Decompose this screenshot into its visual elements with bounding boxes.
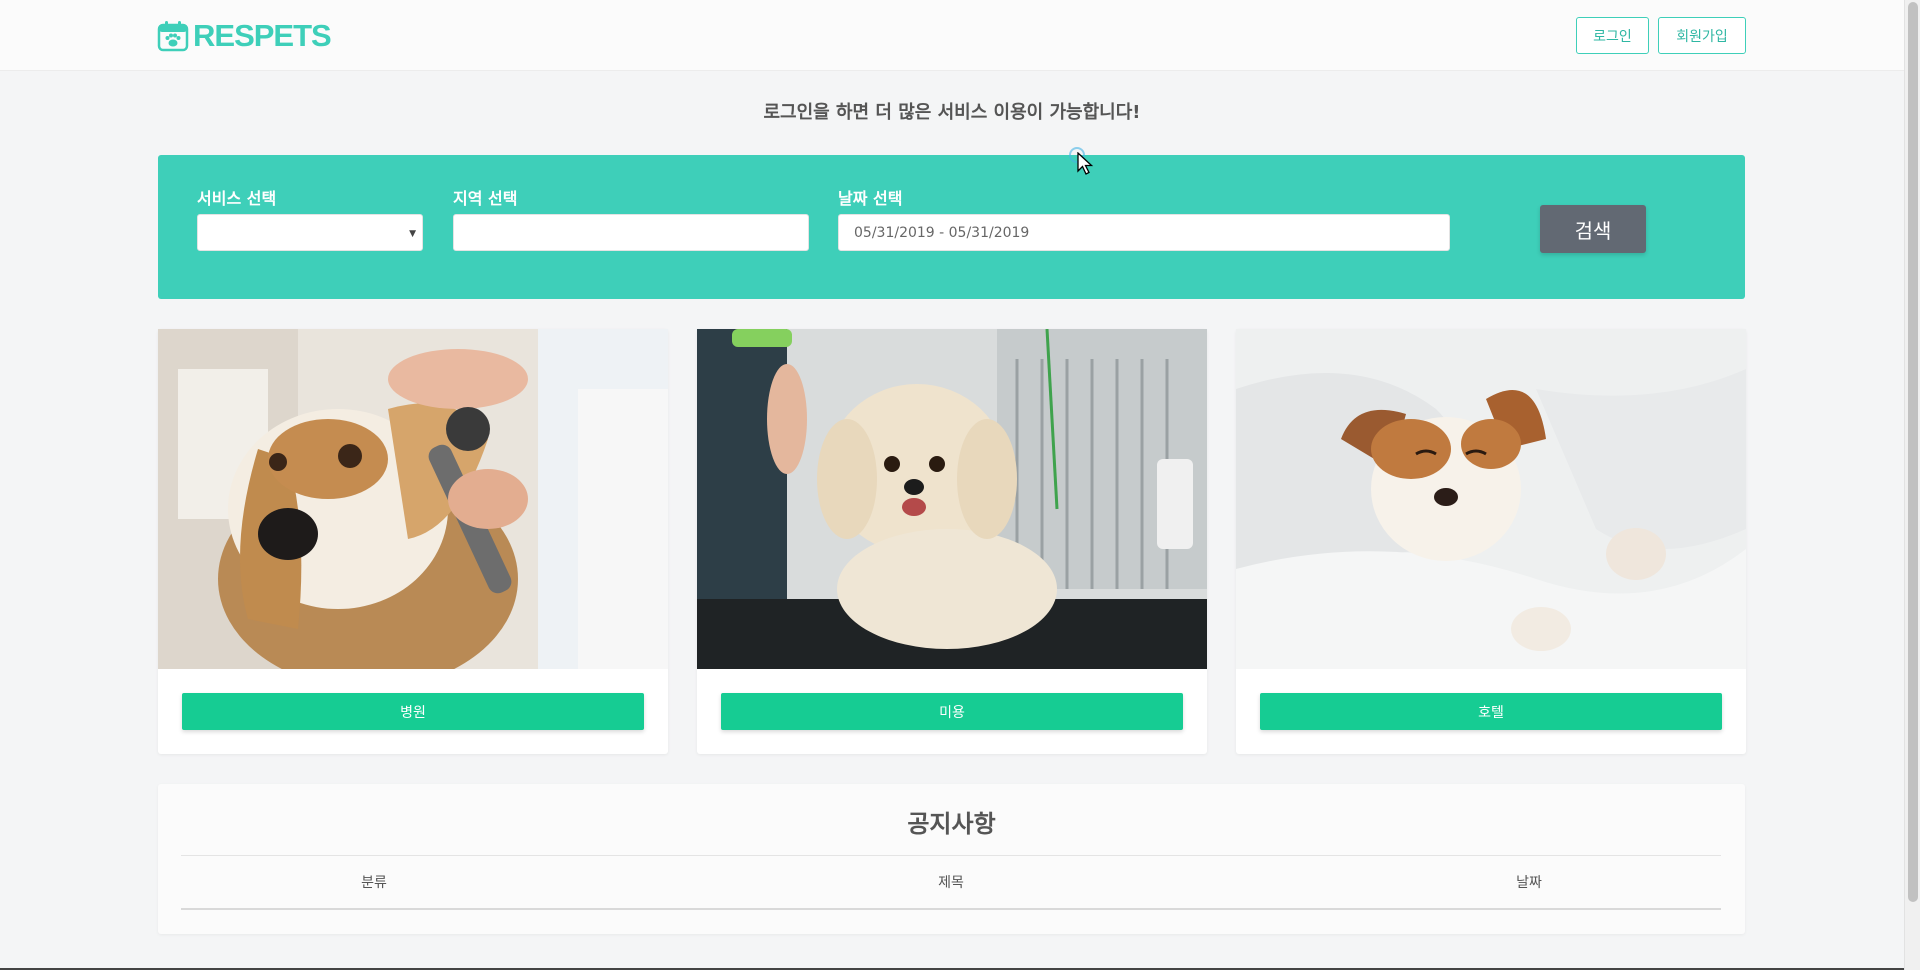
hotel-button[interactable]: 호텔 bbox=[1260, 693, 1722, 730]
dropdown-arrow-icon: ▼ bbox=[409, 229, 416, 239]
service-card-hospital: 병원 bbox=[158, 329, 668, 754]
beagle-ear-exam-photo bbox=[158, 329, 668, 669]
notices-section: 공지사항 분류 제목 날짜 bbox=[158, 784, 1745, 934]
scrollbar-thumb[interactable] bbox=[1908, 2, 1918, 902]
hospital-button[interactable]: 병원 bbox=[182, 693, 644, 730]
service-card-hotel: 호텔 bbox=[1236, 329, 1746, 754]
table-divider bbox=[181, 855, 1721, 856]
vertical-scrollbar[interactable] bbox=[1904, 0, 1920, 970]
notices-title: 공지사항 bbox=[907, 810, 996, 838]
search-panel: 서비스 선택 ▼ 지역 선택 날짜 선택 05/31/2019 - 05/31/… bbox=[158, 155, 1745, 299]
date-range-value: 05/31/2019 - 05/31/2019 bbox=[854, 224, 1030, 241]
table-header-divider bbox=[181, 908, 1721, 910]
signup-button[interactable]: 회원가입 bbox=[1658, 17, 1746, 54]
top-header: RESPETS 로그인 회원가입 bbox=[0, 0, 1904, 71]
region-input[interactable] bbox=[453, 214, 809, 251]
column-header-category: 분류 bbox=[361, 875, 387, 891]
logo[interactable]: RESPETS bbox=[157, 18, 332, 54]
login-button[interactable]: 로그인 bbox=[1576, 17, 1649, 54]
logo-text: RESPETS bbox=[193, 18, 332, 53]
mouse-cursor-icon bbox=[1077, 152, 1094, 175]
column-header-title: 제목 bbox=[938, 875, 964, 891]
column-header-date: 날짜 bbox=[1516, 875, 1542, 891]
region-select-label: 지역 선택 bbox=[453, 189, 518, 208]
date-range-input[interactable]: 05/31/2019 - 05/31/2019 bbox=[838, 214, 1450, 251]
login-prompt-message: 로그인을 하면 더 많은 서비스 이용이 가능합니다! bbox=[763, 102, 1141, 123]
poodle-grooming-photo bbox=[697, 329, 1207, 669]
calendar-paw-icon bbox=[157, 21, 189, 52]
dog-in-bed-photo bbox=[1236, 329, 1746, 669]
service-card-grooming: 미용 bbox=[697, 329, 1207, 754]
search-button[interactable]: 검색 bbox=[1540, 205, 1646, 253]
grooming-button[interactable]: 미용 bbox=[721, 693, 1183, 730]
date-select-label: 날짜 선택 bbox=[838, 189, 903, 208]
service-select[interactable]: ▼ bbox=[197, 214, 423, 251]
service-select-label: 서비스 선택 bbox=[197, 189, 277, 208]
